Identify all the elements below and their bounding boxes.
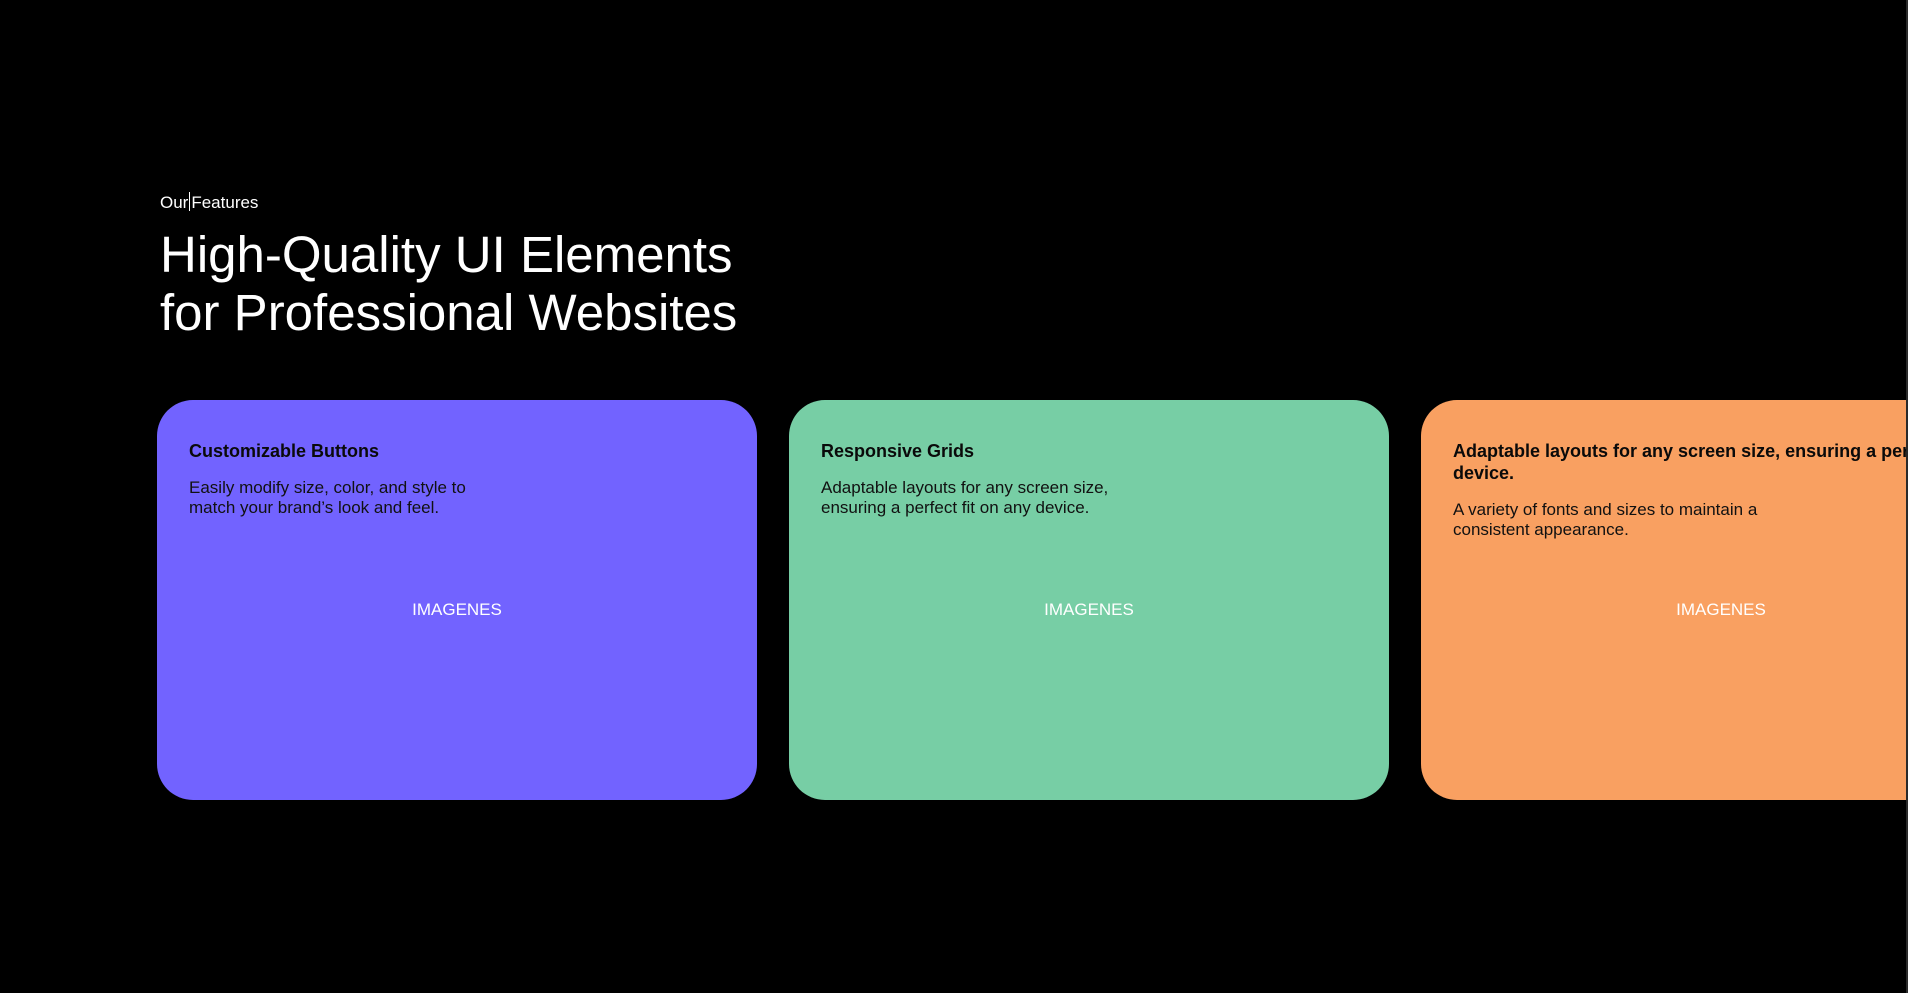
headline-line-2: for Professional Websites <box>160 284 738 341</box>
eyebrow-word-our: Our <box>160 193 189 212</box>
headline-line-1: High-Quality UI Elements <box>160 226 733 283</box>
section-headline: High-Quality UI Elements for Professiona… <box>160 226 737 342</box>
card-image-placeholder: IMAGENES <box>1044 600 1134 619</box>
card-image-placeholder: IMAGENES <box>1676 600 1766 619</box>
features-carousel[interactable]: Customizable Buttons Easily modify size,… <box>0 400 1906 800</box>
card-title: Responsive Grids <box>821 441 975 461</box>
card-image-placeholder: IMAGENES <box>412 600 502 619</box>
card-description: Adaptable layouts for any screen size, e… <box>821 478 1109 517</box>
page: Our Features High-Quality UI Elements for… <box>0 0 1908 993</box>
feature-card-customizable-buttons[interactable]: Customizable Buttons Easily modify size,… <box>157 400 757 800</box>
card-description: A variety of fonts and sizes to maintain… <box>1453 500 1758 539</box>
card-description: Easily modify size, color, and style to … <box>189 478 466 517</box>
card-title: Customizable Buttons <box>189 441 380 461</box>
feature-card-responsive-grids[interactable]: Responsive Grids Adaptable layouts for a… <box>789 400 1389 800</box>
card-title: Adaptable layouts for any screen size, e… <box>1453 441 1906 483</box>
section-eyebrow: Our Features <box>160 192 258 214</box>
eyebrow-word-features: Features <box>191 193 259 212</box>
feature-card-adaptable-layouts[interactable]: Adaptable layouts for any screen size, e… <box>1421 400 1906 800</box>
